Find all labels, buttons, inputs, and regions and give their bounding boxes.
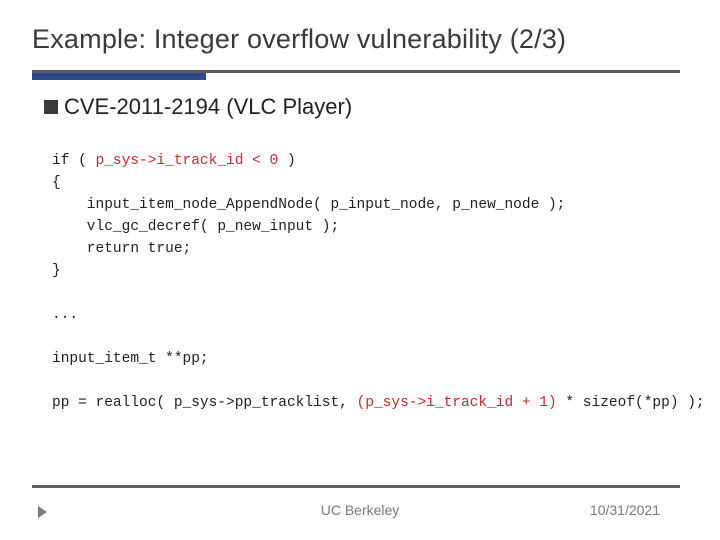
code-line-9: pp = realloc( p_sys->pp_tracklist, (p_sy… <box>52 395 705 411</box>
code-highlight-cond: p_sys->i_track_id < 0 <box>96 153 279 169</box>
code-line-4: vlc_gc_decref( p_new_input ); <box>52 219 339 235</box>
code-line-8: input_item_t **pp; <box>52 351 209 367</box>
cve-line: CVE-2011-2194 (VLC Player) <box>44 94 352 120</box>
title-accent <box>32 73 206 80</box>
footer-rule <box>32 485 680 488</box>
bullet-square-icon <box>44 100 58 114</box>
slide-title: Example: Integer overflow vulnerability … <box>32 24 566 55</box>
code-line-7: ... <box>52 307 78 323</box>
code-line-1: if ( p_sys->i_track_id < 0 ) <box>52 153 296 169</box>
slide: Example: Integer overflow vulnerability … <box>0 0 720 540</box>
code-block: if ( p_sys->i_track_id < 0 ) { input_ite… <box>52 150 705 414</box>
cve-text: CVE-2011-2194 (VLC Player) <box>64 94 352 119</box>
code-line-3: input_item_node_AppendNode( p_input_node… <box>52 197 565 213</box>
code-line-6: } <box>52 263 61 279</box>
code-line-5: return true; <box>52 241 191 257</box>
footer-date: 10/31/2021 <box>590 502 660 518</box>
code-line-2: { <box>52 175 61 191</box>
code-highlight-expr: (p_sys->i_track_id + 1) <box>357 395 557 411</box>
